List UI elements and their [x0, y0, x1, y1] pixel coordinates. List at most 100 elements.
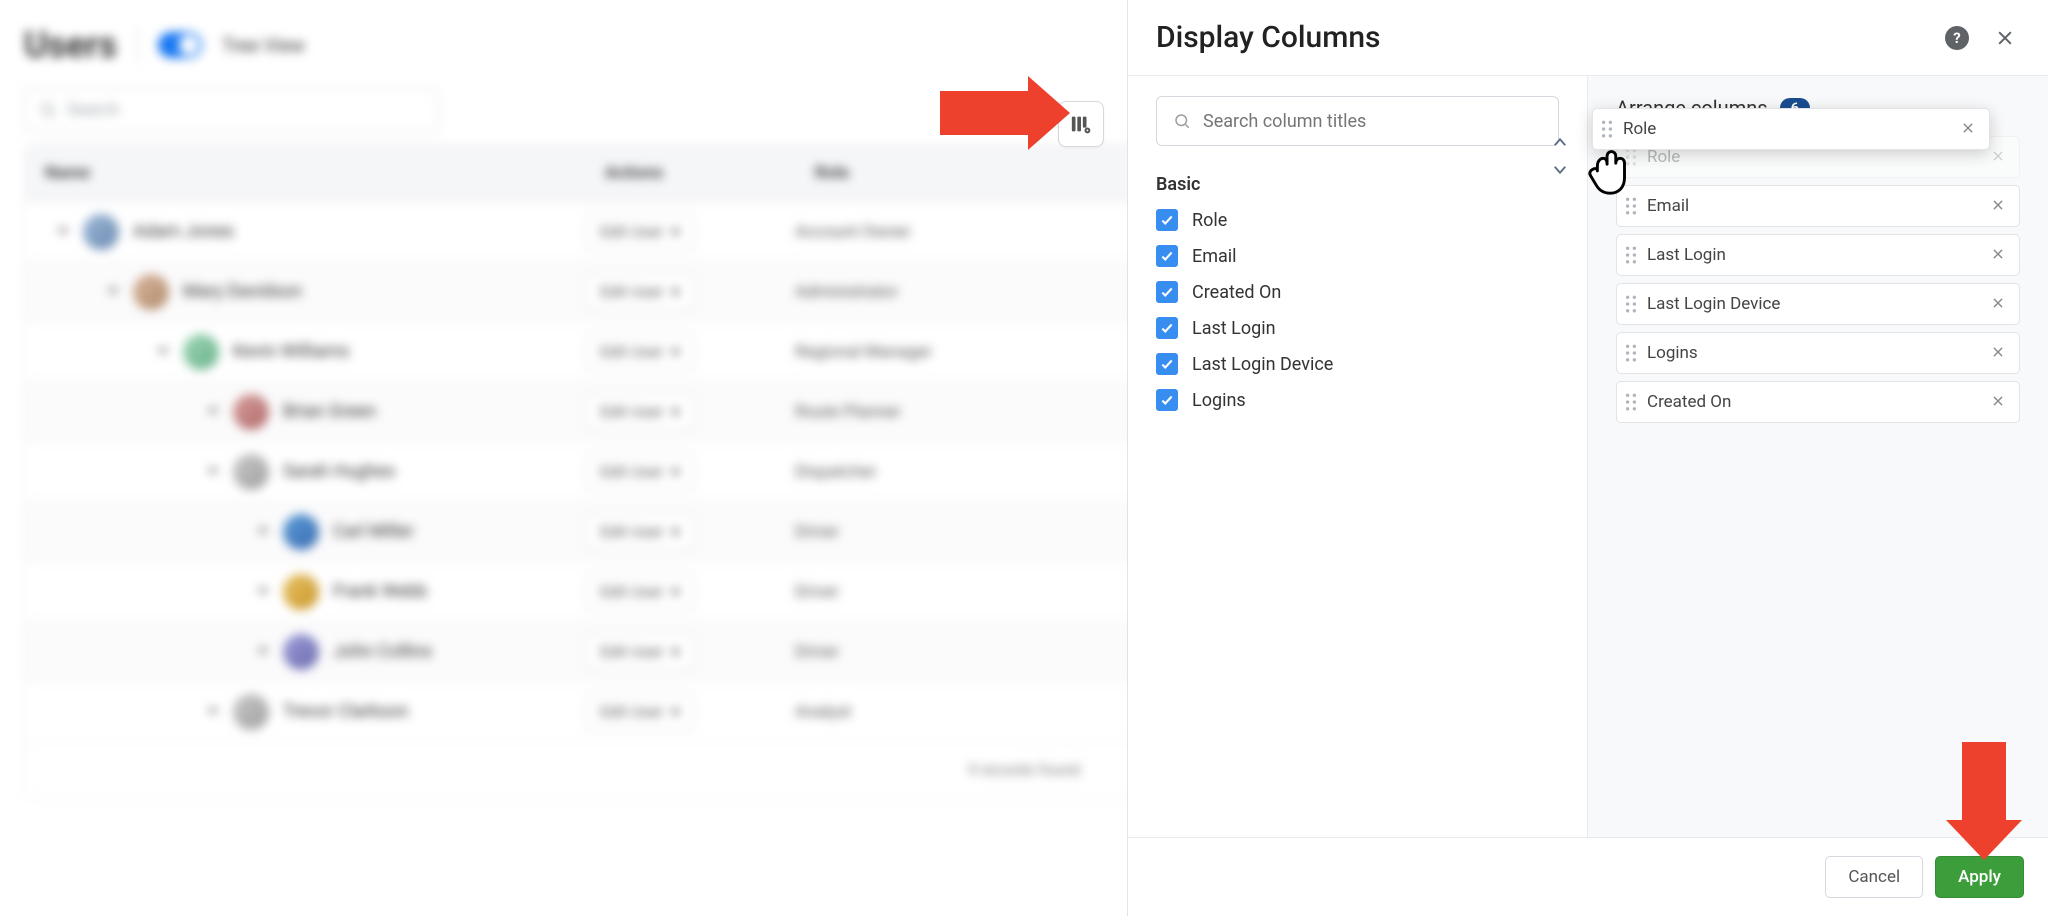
col-role: Role	[795, 145, 1055, 201]
column-checkbox-item[interactable]: Logins	[1156, 389, 1559, 411]
expand-icon[interactable]	[207, 408, 219, 415]
column-checkbox-item[interactable]: Role	[1156, 209, 1559, 231]
panel-header: Display Columns ?	[1128, 0, 2048, 76]
remove-column-button[interactable]	[1957, 119, 1979, 140]
arrange-column-item[interactable]: Last Login	[1616, 234, 2020, 276]
edit-user-button[interactable]: Edit User ▾	[585, 393, 695, 430]
avatar	[83, 214, 119, 250]
edit-user-button[interactable]: Edit User ▾	[585, 633, 695, 670]
arrange-columns-pane: Arrange columns 6 Role Email Last Login …	[1588, 76, 2048, 837]
user-role: Dispatcher	[795, 462, 1055, 482]
col-actions: Actions	[585, 145, 795, 201]
tree-view-label: Tree View	[222, 34, 305, 57]
user-role: Analyst	[795, 702, 1055, 722]
drag-handle-icon[interactable]	[1625, 393, 1637, 411]
drag-handle-icon[interactable]	[1625, 246, 1637, 264]
tree-view-toggle[interactable]	[158, 32, 202, 58]
expand-icon[interactable]	[57, 228, 69, 235]
avatar	[183, 334, 219, 370]
arrange-column-item[interactable]: Email	[1616, 185, 2020, 227]
cancel-button[interactable]: Cancel	[1825, 856, 1923, 898]
page-title: Users	[24, 24, 117, 66]
arrange-item-label: Logins	[1647, 343, 1987, 363]
arrange-item-label: Email	[1647, 196, 1987, 216]
divider	[137, 28, 138, 62]
column-checkbox-item[interactable]: Created On	[1156, 281, 1559, 303]
expand-icon[interactable]	[207, 468, 219, 475]
drag-handle-icon[interactable]	[1601, 120, 1613, 138]
user-role: Route Planner	[795, 402, 1055, 422]
arrange-column-item[interactable]: Created On	[1616, 381, 2020, 423]
expand-icon[interactable]	[257, 528, 269, 535]
search-placeholder: Search	[67, 100, 119, 120]
edit-user-button[interactable]: Edit User ▾	[585, 213, 695, 250]
avatar	[283, 514, 319, 550]
column-checkbox-item[interactable]: Last Login	[1156, 317, 1559, 339]
remove-column-button[interactable]	[1987, 294, 2009, 315]
search-icon	[1173, 112, 1191, 130]
checkbox-label: Email	[1192, 246, 1237, 267]
arrange-item-label: Last Login	[1647, 245, 1987, 265]
edit-user-button[interactable]: Edit User ▾	[585, 453, 695, 490]
close-panel-button[interactable]	[1990, 23, 2020, 53]
checkbox[interactable]	[1156, 281, 1178, 303]
column-checkbox-item[interactable]: Last Login Device	[1156, 353, 1559, 375]
checkbox-label: Role	[1192, 210, 1227, 231]
column-checkbox-item[interactable]: Email	[1156, 245, 1559, 267]
column-search-input[interactable]	[1156, 96, 1559, 146]
remove-column-button[interactable]	[1987, 343, 2009, 364]
remove-column-button[interactable]	[1987, 147, 2009, 168]
checkbox[interactable]	[1156, 389, 1178, 411]
arrange-item-label: Created On	[1647, 392, 1987, 412]
expand-icon[interactable]	[257, 588, 269, 595]
edit-user-button[interactable]: Edit User ▾	[585, 573, 695, 610]
remove-column-button[interactable]	[1987, 245, 2009, 266]
column-search-field[interactable]	[1203, 111, 1542, 132]
user-role: Driver	[795, 582, 1055, 602]
expand-icon[interactable]	[207, 708, 219, 715]
arrange-column-item[interactable]: Logins	[1616, 332, 2020, 374]
drag-handle-icon[interactable]	[1625, 295, 1637, 313]
columns-gear-icon	[1070, 113, 1092, 135]
user-role: Driver	[795, 522, 1055, 542]
checkbox[interactable]	[1156, 317, 1178, 339]
search-icon	[39, 101, 57, 119]
remove-column-button[interactable]	[1987, 392, 2009, 413]
edit-user-button[interactable]: Edit User ▾	[585, 693, 695, 730]
dragging-column-item[interactable]: Role	[1592, 108, 1990, 150]
checkbox-label: Logins	[1192, 390, 1246, 411]
edit-user-button[interactable]: Edit User ▾	[585, 513, 695, 550]
user-name: Trevor Clarkson	[283, 701, 408, 722]
edit-user-button[interactable]: Edit User ▾	[585, 333, 695, 370]
expand-icon[interactable]	[107, 288, 119, 295]
user-role: Account Owner	[795, 222, 1055, 242]
avatar	[233, 394, 269, 430]
checkbox[interactable]	[1156, 209, 1178, 231]
panel-title: Display Columns	[1156, 20, 1381, 55]
col-name: Name	[25, 145, 585, 201]
user-role: Driver	[795, 642, 1055, 662]
arrange-column-item[interactable]: Last Login Device	[1616, 283, 2020, 325]
close-icon	[1995, 28, 2015, 48]
expand-icon[interactable]	[157, 348, 169, 355]
available-columns-pane: Basic Role Email Created On Last Login L…	[1128, 76, 1588, 837]
apply-button[interactable]: Apply	[1935, 856, 2024, 898]
user-name: John Collins	[333, 641, 432, 662]
user-role: Administrator	[795, 282, 1055, 302]
checkbox[interactable]	[1156, 245, 1178, 267]
grab-cursor-icon	[1578, 137, 1640, 203]
avatar	[283, 634, 319, 670]
user-name: Frank Webb	[333, 581, 427, 602]
display-columns-panel: Display Columns ? Basic Role	[1127, 0, 2048, 916]
users-search-input[interactable]: Search	[24, 88, 439, 132]
expand-icon[interactable]	[257, 648, 269, 655]
edit-user-button[interactable]: Edit User ▾	[585, 273, 695, 310]
avatar	[133, 274, 169, 310]
drag-handle-icon[interactable]	[1625, 344, 1637, 362]
remove-column-button[interactable]	[1987, 196, 2009, 217]
arrow-down-icon	[1550, 160, 1570, 178]
avatar	[283, 574, 319, 610]
checkbox-label: Created On	[1192, 282, 1281, 303]
checkbox[interactable]	[1156, 353, 1178, 375]
help-button[interactable]: ?	[1942, 23, 1972, 53]
